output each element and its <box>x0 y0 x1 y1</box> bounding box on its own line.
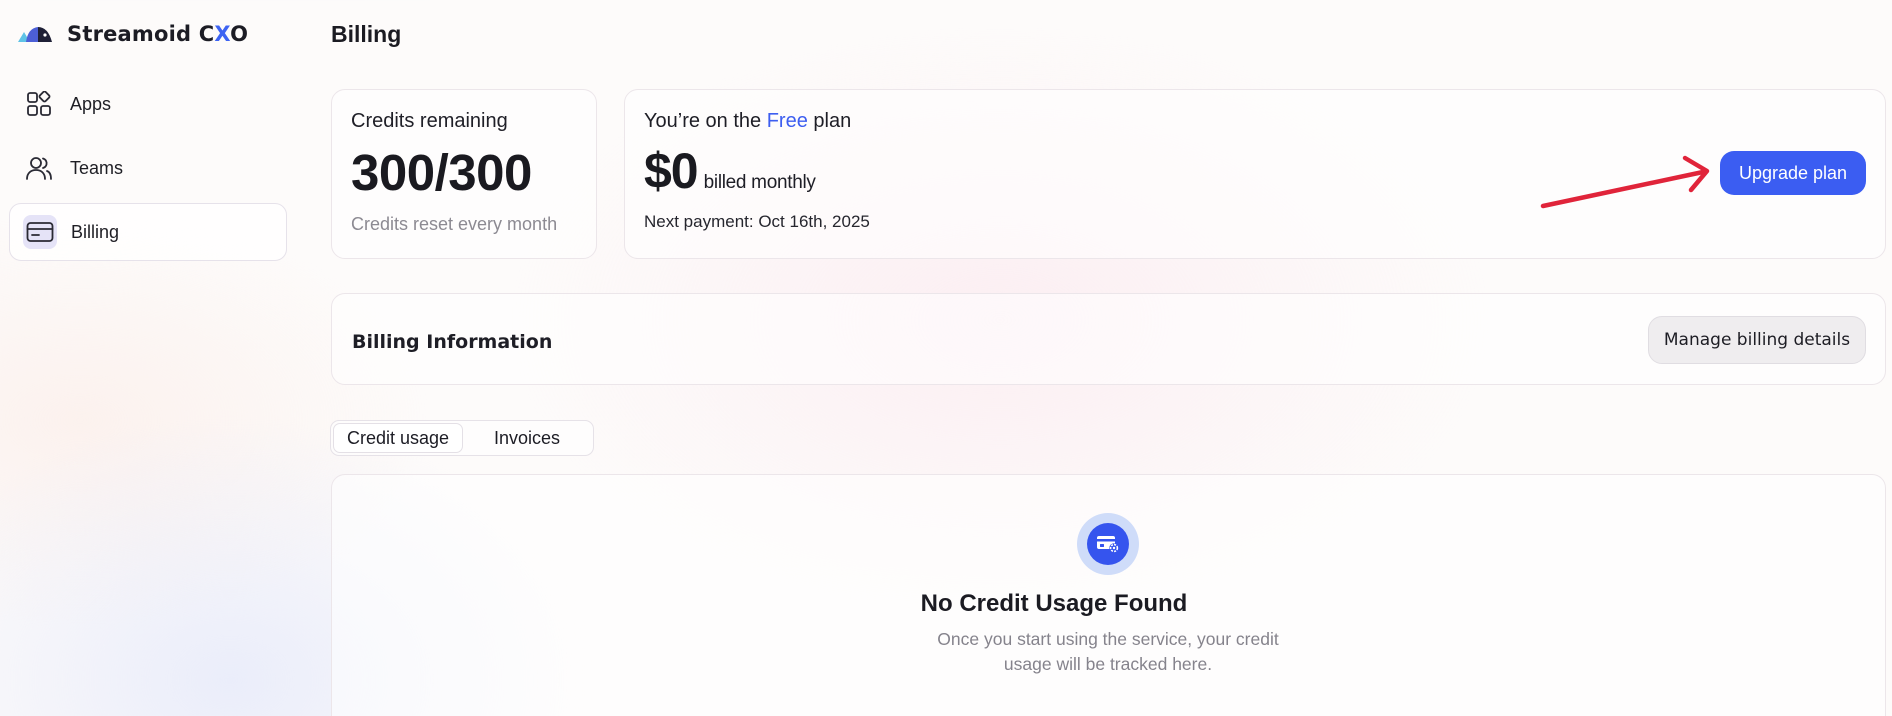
sidebar-item-label: Apps <box>70 93 112 114</box>
credits-reset-note: Credits reset every month <box>351 214 558 234</box>
billing-information-title: Billing Information <box>352 331 553 353</box>
users-icon <box>22 151 56 185</box>
streamoid-logo-icon <box>18 27 52 42</box>
sidebar-item-apps[interactable]: Apps <box>9 75 287 133</box>
credits-label: Credits remaining <box>351 110 508 132</box>
billing-period: billed monthly <box>703 172 816 193</box>
usage-tabs: Credit usage Invoices <box>330 420 594 456</box>
annotation-arrow-icon <box>1540 155 1710 209</box>
sidebar-item-label: Teams <box>70 157 124 178</box>
apps-grid-icon <box>22 87 56 121</box>
upgrade-plan-button[interactable]: Upgrade plan <box>1720 151 1866 195</box>
billing-settings-icon <box>1077 513 1139 575</box>
brand[interactable]: Streamoid CXO <box>18 22 248 46</box>
manage-billing-details-button[interactable]: Manage billing details <box>1648 316 1866 364</box>
plan-summary: You’re on the Free plan <box>644 110 852 132</box>
sidebar-item-billing[interactable]: Billing <box>9 203 287 261</box>
sidebar-item-label: Billing <box>71 221 120 242</box>
plan-name: Free <box>766 110 808 132</box>
empty-state-description: Once you start using the service, your c… <box>937 629 1279 674</box>
plan-price: $0 <box>644 143 699 199</box>
sidebar-item-teams[interactable]: Teams <box>9 139 287 197</box>
credits-value: 300/300 <box>351 144 532 201</box>
tab-invoices[interactable]: Invoices <box>463 423 591 453</box>
credits-card: Credits remaining 300/300 Credits reset … <box>331 89 597 259</box>
brand-name: Streamoid CXO <box>67 22 249 46</box>
tab-credit-usage[interactable]: Credit usage <box>333 423 463 453</box>
next-payment: Next payment: Oct 16th, 2025 <box>644 212 870 231</box>
page-title: Billing <box>331 21 402 47</box>
empty-state-title: No Credit Usage Found <box>920 590 1188 617</box>
credit-card-icon <box>23 215 57 249</box>
